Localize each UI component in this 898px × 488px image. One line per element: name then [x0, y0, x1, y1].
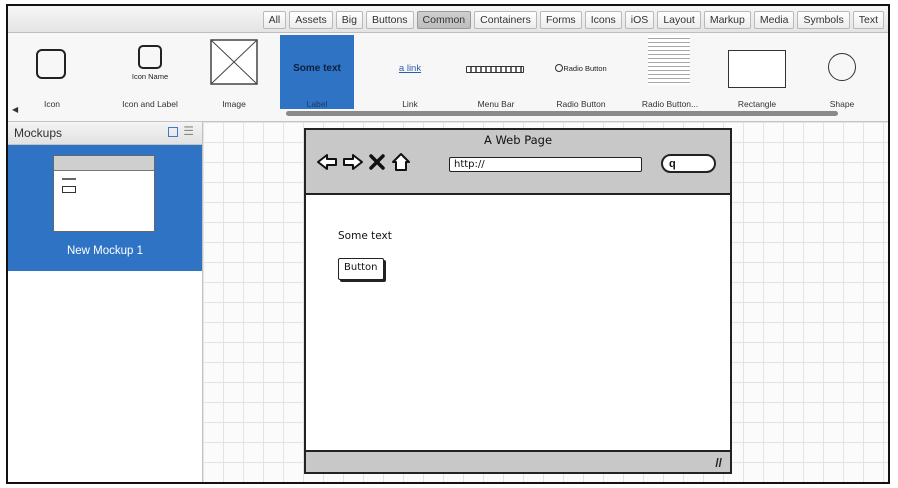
component-label: Rectangle	[737, 99, 777, 109]
category-tab-assets[interactable]: Assets	[289, 11, 333, 29]
component-label: Shape	[829, 99, 855, 109]
nav-buttons	[316, 152, 412, 172]
radio-sample-row: Radio Button	[544, 64, 618, 73]
browser-toolbar: A Web Page http:// q	[306, 130, 730, 195]
label-sample: Some text	[293, 63, 341, 74]
component-image[interactable]: Image	[204, 35, 264, 109]
browser-status-bar: //	[306, 450, 730, 472]
category-tab-media[interactable]: Media	[753, 11, 795, 29]
component-label: Icon	[43, 99, 61, 109]
forward-arrow-icon[interactable]	[342, 152, 364, 172]
image-placeholder-icon	[210, 39, 258, 85]
component-library: Icon Icon Name Icon and Label Image Some…	[8, 33, 888, 122]
search-field[interactable]: q	[661, 154, 716, 173]
list-view-icon[interactable]: ☰	[183, 125, 194, 137]
mockup-text: Some text	[338, 230, 392, 242]
category-tab-layout[interactable]: Layout	[657, 11, 701, 29]
component-label: Menu Bar	[477, 99, 515, 109]
url-field[interactable]: http://	[449, 157, 642, 172]
app-window: All Assets Big Buttons Common Containers Forms…	[6, 4, 890, 484]
radio-group-sample	[648, 35, 690, 85]
component-icon-and-label[interactable]: Icon Name Icon and Label	[112, 35, 188, 109]
category-bar: All Assets Big Buttons Common Containers Forms…	[8, 6, 888, 33]
panel-title: Mockups	[14, 126, 63, 140]
component-radio-button[interactable]: Radio Button Radio Button	[544, 35, 618, 109]
rounded-square-icon	[36, 49, 66, 79]
component-link[interactable]: a link Link	[378, 35, 442, 109]
page-title: A Web Page	[483, 133, 553, 147]
scroll-left-icon[interactable]: ◀	[12, 105, 18, 114]
rectangle-sample-icon	[728, 50, 786, 88]
component-label: Radio Button	[556, 99, 606, 109]
component-menu-bar[interactable]: Menu Bar	[460, 35, 532, 109]
icon-name-sample: Icon Name	[131, 72, 169, 81]
link-sample: a link	[398, 63, 422, 74]
browser-mockup[interactable]: A Web Page http:// q Some text Button //	[304, 128, 732, 474]
library-scrollbar[interactable]	[286, 111, 838, 116]
category-tabs: All Assets Big Buttons Common Containers Forms…	[262, 11, 884, 29]
mockup-thumbnail	[53, 155, 155, 232]
thumbnail-text	[62, 178, 76, 180]
mockup-name: New Mockup 1	[66, 245, 144, 257]
menu-bar-sample	[466, 66, 524, 73]
search-icon: q	[669, 158, 676, 170]
component-label: Radio Button...	[641, 99, 699, 109]
component-label: Link	[402, 99, 418, 109]
category-tab-buttons[interactable]: Buttons	[365, 11, 414, 29]
back-arrow-icon[interactable]	[316, 152, 338, 172]
category-tab-markup[interactable]: Markup	[703, 11, 751, 29]
component-label: Label	[306, 99, 328, 109]
component-icon[interactable]: Icon	[22, 35, 82, 109]
component-rectangle[interactable]: Rectangle	[722, 35, 792, 109]
category-tab-common[interactable]: Common	[416, 11, 472, 29]
component-label: Image	[222, 99, 246, 109]
thumbnail-button	[62, 186, 76, 193]
rounded-square-icon	[138, 45, 162, 69]
component-label: Icon and Label	[122, 99, 178, 109]
category-tab-ios[interactable]: iOS	[624, 11, 655, 29]
component-shape[interactable]: Shape	[812, 35, 872, 109]
component-label-item[interactable]: Some text Label	[280, 35, 354, 109]
circle-shape-icon	[828, 53, 856, 81]
category-tab-containers[interactable]: Containers	[474, 11, 537, 29]
design-canvas[interactable]: A Web Page http:// q Some text Button //	[203, 122, 888, 482]
mockup-list-item[interactable]: New Mockup 1	[8, 145, 202, 271]
category-tab-big[interactable]: Big	[335, 11, 363, 29]
stop-x-icon[interactable]	[368, 152, 386, 172]
home-icon[interactable]	[390, 152, 412, 172]
category-tab-icons[interactable]: Icons	[584, 11, 622, 29]
panel-header: Mockups ☰	[8, 122, 202, 145]
mockup-button[interactable]: Button	[338, 258, 384, 280]
mockups-panel: Mockups ☰ New Mockup 1	[8, 122, 203, 482]
radio-sample: Radio Button	[563, 64, 607, 73]
category-tab-symbols[interactable]: Symbols	[797, 11, 850, 29]
category-tab-all[interactable]: All	[262, 11, 287, 29]
thumbnail-toolbar	[54, 156, 154, 171]
category-tab-forms[interactable]: Forms	[539, 11, 582, 29]
grid-view-icon[interactable]	[168, 127, 178, 137]
category-tab-text[interactable]: Text	[852, 11, 884, 29]
component-radio-button-group[interactable]: Radio Button...	[630, 35, 710, 109]
resize-grip-icon[interactable]: //	[715, 456, 722, 470]
